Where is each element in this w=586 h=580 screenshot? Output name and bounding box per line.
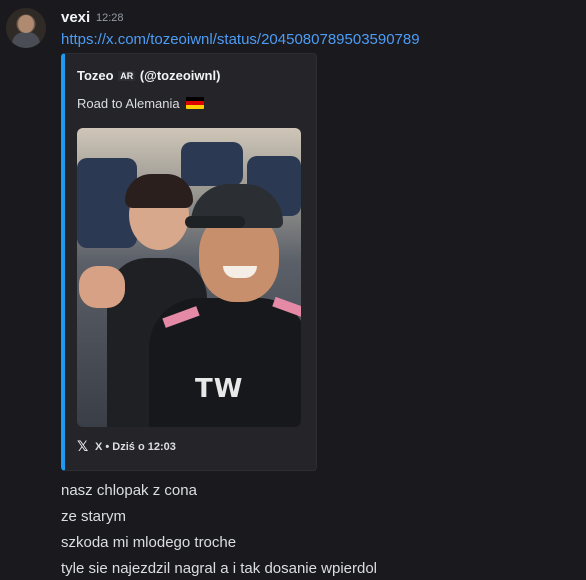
message-line: tyle sie najezdzil nagral a i tak dosani… [61,560,378,577]
embed-footer-text: X • Dziś o 12:03 [95,440,176,453]
seat-shape [181,142,243,186]
embed-author-name: Tozeo [77,68,114,83]
x-logo-icon: 𝕏 [77,438,89,454]
avatar-face-shape [18,15,34,33]
message-line: szkoda mi mlodego troche [61,534,237,551]
message-line: nasz chlopak z cona [61,482,197,499]
embed-footer: 𝕏 X • Dziś o 12:03 [77,438,176,455]
message-line: ze starym [61,508,127,525]
embed-description: Road to Alemania [77,96,205,111]
username[interactable]: vexi [61,9,90,26]
message-link[interactable]: https://x.com/tozeoiwnl/status/204508078… [61,31,420,48]
embed-description-text: Road to Alemania [77,96,180,111]
german-flag-icon [186,97,205,109]
link-embed: Tozeo AR (@tozeoiwnl) Road to Alemania T… [61,53,317,471]
embed-author-handle: (@tozeoiwnl) [139,68,221,83]
person-left-hair [125,174,193,208]
message-timestamp[interactable]: 12:28 [96,12,124,24]
thumbs-up-hand [79,266,125,308]
embed-author-badge: AR [118,71,136,81]
shirt-print-text: TW [195,374,244,404]
user-avatar[interactable] [6,8,46,48]
person-right-cap-visor [185,216,245,228]
avatar-body-shape [12,32,40,48]
embed-image[interactable]: TW [77,128,301,427]
embed-author[interactable]: Tozeo AR (@tozeoiwnl) [77,68,220,83]
